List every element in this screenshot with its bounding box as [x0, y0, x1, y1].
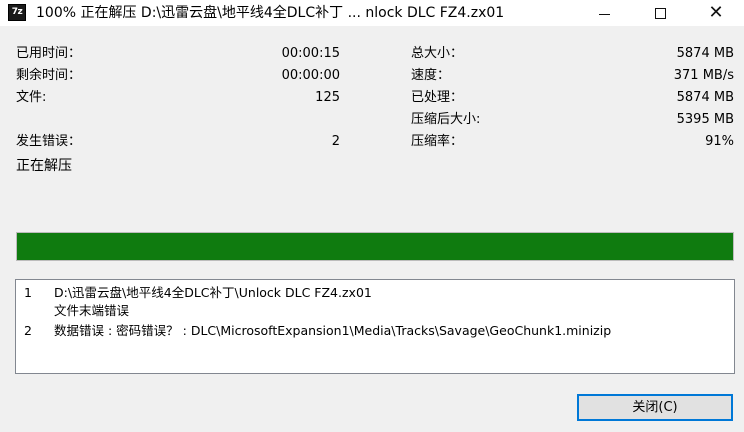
window-title: 100% 正在解压 D:\迅雷云盘\地平线4全DLC补丁 ... nlock D… [36, 5, 505, 21]
title-bar[interactable]: 7z 100% 正在解压 D:\迅雷云盘\地平线4全DLC补丁 ... nloc… [0, 0, 744, 26]
7zip-app-icon: 7z [8, 4, 26, 21]
remaining-time-label: 剩余时间： [16, 68, 82, 83]
log-item-text: 文件末端错误 [54, 303, 130, 318]
log-item-text: 数据错误 : 密码错误？ : DLC\MicrosoftExpansion1\M… [54, 323, 612, 338]
compressed-size-label: 压缩后大小: [411, 112, 481, 127]
processed-value: 5874 MB [676, 90, 734, 105]
errors-value: 2 [331, 134, 340, 149]
compression-ratio-value: 91% [705, 134, 734, 149]
speed-value: 371 MB/s [673, 68, 734, 83]
close-window-button[interactable]: ✕ [688, 0, 744, 26]
minimize-icon [598, 13, 610, 15]
log-item-number: 1 [24, 285, 32, 300]
log-item-number: 2 [24, 323, 32, 338]
compression-ratio-label: 压缩率： [411, 134, 464, 149]
compressed-size-value: 5395 MB [676, 112, 734, 127]
close-icon: ✕ [708, 2, 724, 23]
minimize-button[interactable] [576, 0, 632, 26]
elapsed-time-label: 已用时间： [16, 46, 82, 61]
total-size-label: 总大小： [411, 46, 464, 61]
log-item-text: D:\迅雷云盘\地平线4全DLC补丁\Unlock DLC FZ4.zx01 [54, 285, 372, 300]
remaining-time-value: 00:00:00 [281, 68, 340, 83]
elapsed-time-value: 00:00:15 [281, 46, 340, 61]
close-button[interactable]: 关闭(C) [577, 394, 733, 421]
processed-label: 已处理： [411, 90, 464, 105]
files-value: 125 [315, 90, 340, 105]
speed-label: 速度： [411, 68, 451, 83]
files-label: 文件: [16, 90, 47, 105]
status-text: 正在解压 [16, 158, 72, 174]
errors-label: 发生错误： [16, 134, 82, 149]
error-log-list[interactable]: 1 D:\迅雷云盘\地平线4全DLC补丁\Unlock DLC FZ4.zx01… [15, 279, 735, 374]
total-size-value: 5874 MB [676, 46, 734, 61]
progress-bar-fill [17, 233, 733, 260]
maximize-button[interactable] [632, 0, 688, 26]
progress-bar [16, 232, 734, 261]
extraction-window: 7z 100% 正在解压 D:\迅雷云盘\地平线4全DLC补丁 ... nloc… [0, 0, 744, 432]
maximize-icon [654, 7, 666, 19]
